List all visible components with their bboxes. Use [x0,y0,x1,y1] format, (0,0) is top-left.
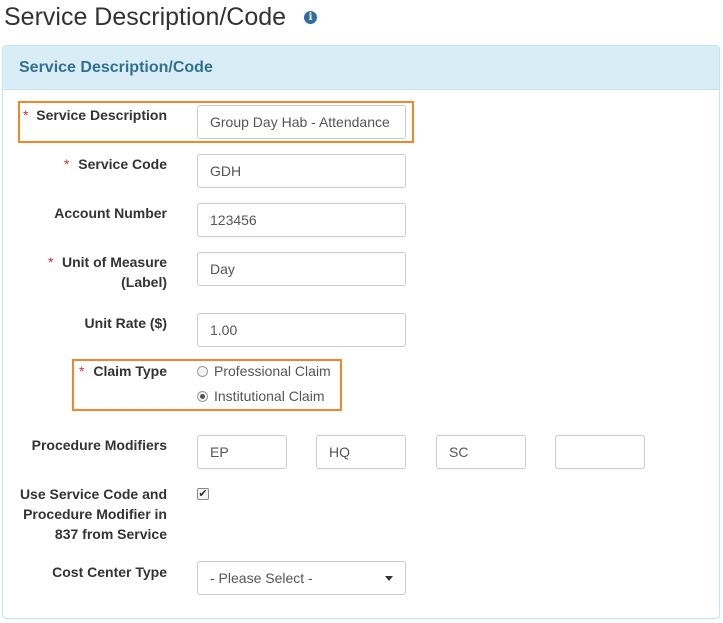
service-code-label: Service Code [78,156,167,172]
panel-title: Service Description/Code [19,59,213,76]
unit-rate-input[interactable]: 1.00 [197,313,406,347]
use-service-code-label-line2: Procedure Modifier in [23,506,167,522]
claim-type-label: Claim Type [93,363,167,379]
cost-center-type-select[interactable]: - Please Select - [197,561,406,595]
procedure-modifier-input-2[interactable]: HQ [316,435,406,469]
service-description-input[interactable]: Group Day Hab - Attendance [197,105,406,139]
radio-professional-claim[interactable] [197,366,208,377]
unit-of-measure-label-line1: Unit of Measure [61,254,167,270]
use-service-code-checkbox[interactable]: ✔ [197,488,209,500]
procedure-modifiers-label: Procedure Modifiers [31,437,167,453]
procedure-modifier-input-4[interactable] [555,435,645,469]
procedure-modifier-input-1[interactable]: EP [197,435,287,469]
info-icon[interactable]: i [304,11,317,24]
claim-type-option-institutional[interactable]: Institutional Claim [197,386,325,406]
panel-heading: Service Description/Code [3,46,719,90]
account-number-input[interactable]: 123456 [197,203,406,237]
service-code-input[interactable]: GDH [197,154,406,188]
required-marker: * [79,363,85,379]
account-number-label: Account Number [54,205,167,221]
unit-of-measure-label: Unit of Measure (Label) [62,252,167,292]
required-marker: * [48,254,54,270]
required-marker: * [64,156,70,172]
cost-center-type-label: Cost Center Type [52,564,167,580]
radio-institutional-claim[interactable] [197,391,208,402]
cost-center-type-selected: - Please Select - [210,570,313,586]
use-service-code-label-line1: Use Service Code and [19,486,167,502]
claim-type-option-label: Professional Claim [214,363,331,379]
use-service-code-label-line3: 837 from Service [54,526,167,542]
unit-of-measure-input[interactable]: Day [197,252,406,286]
service-description-label: Service Description [36,107,167,123]
claim-type-option-professional[interactable]: Professional Claim [197,361,331,381]
procedure-modifier-input-3[interactable]: SC [436,435,526,469]
page-title: Service Description/Code [4,3,287,31]
unit-rate-label: Unit Rate ($) [84,315,167,331]
claim-type-option-label: Institutional Claim [214,388,325,404]
required-marker: * [23,107,29,123]
use-service-code-label: Use Service Code and Procedure Modifier … [20,484,167,544]
chevron-down-icon [385,576,393,581]
unit-of-measure-label-line2: (Label) [121,274,167,290]
